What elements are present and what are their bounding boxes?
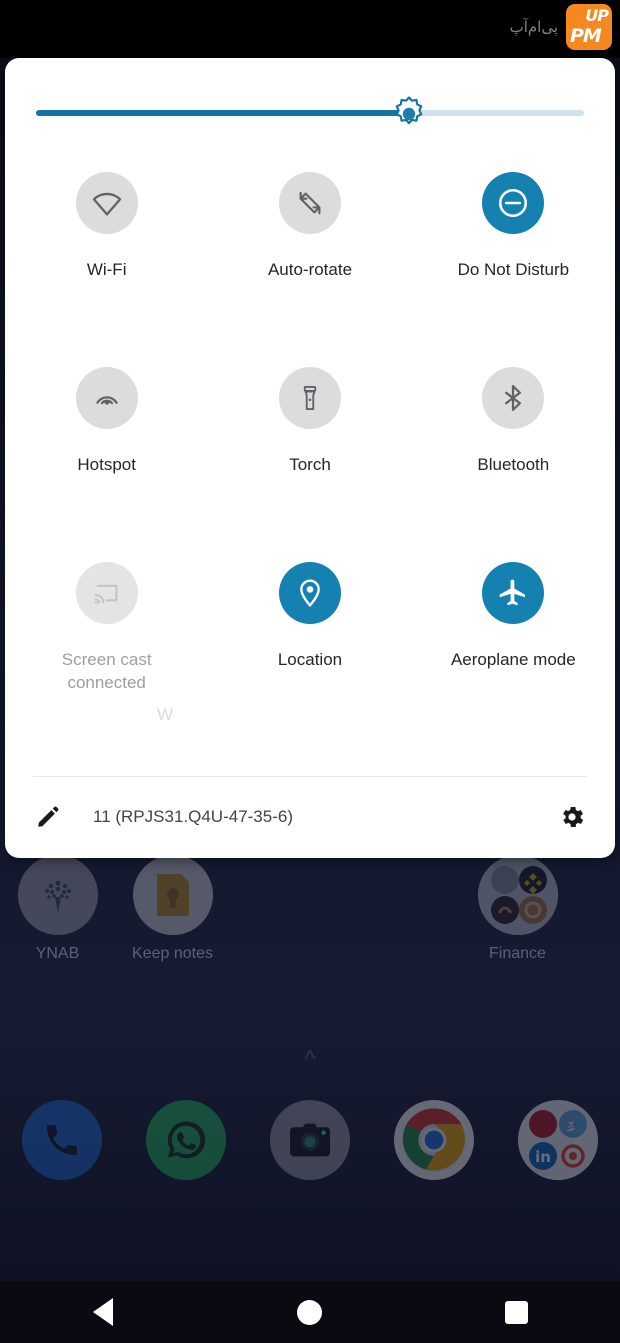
ynab-tree-icon xyxy=(17,855,98,935)
nav-home-button[interactable] xyxy=(265,1290,355,1334)
brand-text-farsi: پی‌ام‌آپ xyxy=(509,19,558,36)
home-app-ynab[interactable]: YNAB xyxy=(0,855,115,963)
tile-label: Bluetooth xyxy=(477,455,550,474)
keep-notes-icon xyxy=(132,855,213,935)
logo-up-text: UP xyxy=(585,6,609,25)
tile-sublabel: connected xyxy=(67,672,146,692)
pmup-logo: PM UP xyxy=(566,4,612,50)
tile-aeroplane-mode[interactable]: Aeroplane mode xyxy=(412,558,615,753)
finance-folder-icon xyxy=(477,855,558,935)
wifi-icon xyxy=(75,172,138,234)
home-app-label: Finance xyxy=(489,945,546,962)
auto-rotate-icon xyxy=(278,172,341,234)
brightness-slider[interactable] xyxy=(36,58,584,168)
quick-settings-tiles: Wi-Fi Auto-rotate Do Not Disturb Hotspot… xyxy=(5,168,615,776)
tile-screen-cast[interactable]: Screen cast connected W xyxy=(5,558,208,753)
dock-app-phone[interactable] xyxy=(0,1100,124,1180)
camera-icon xyxy=(270,1100,350,1180)
hotspot-icon xyxy=(75,367,138,429)
recents-square-icon xyxy=(505,1300,529,1324)
watermark-brand: پی‌ام‌آپ PM UP xyxy=(510,4,612,50)
dock-app-social-folder[interactable]: in xyxy=(496,1100,620,1180)
tile-label: Auto-rotate xyxy=(267,260,353,279)
bluetooth-icon xyxy=(482,367,545,429)
home-app-label: Keep notes xyxy=(132,945,213,962)
aeroplane-icon xyxy=(482,562,545,624)
back-triangle-icon xyxy=(93,1298,114,1326)
screen-cast-icon xyxy=(75,562,138,624)
tile-row-2: Hotspot Torch Bluetooth xyxy=(5,363,615,558)
svg-text:in: in xyxy=(535,1148,551,1166)
nav-back-button[interactable] xyxy=(58,1290,148,1334)
quick-settings-footer: 11 (RPJS31.Q4U-47-35-6) xyxy=(5,776,615,858)
brightness-sun-icon[interactable] xyxy=(391,96,427,132)
quick-settings-panel: Wi-Fi Auto-rotate Do Not Disturb Hotspot… xyxy=(5,58,615,858)
dock-app-chrome[interactable] xyxy=(372,1100,496,1180)
phone-icon xyxy=(22,1100,102,1180)
tile-location[interactable]: Location xyxy=(208,558,411,753)
tile-bluetooth[interactable]: Bluetooth xyxy=(412,363,615,558)
phone-screen: YNAB Keep notes xyxy=(0,0,620,1343)
home-dock: in xyxy=(0,1100,620,1180)
status-bar: پی‌ام‌آپ PM UP xyxy=(0,0,620,58)
torch-icon xyxy=(278,367,341,429)
home-app-empty-2 xyxy=(345,855,460,963)
chrome-icon xyxy=(394,1100,474,1180)
location-pin-icon xyxy=(278,562,341,624)
tile-label: Do Not Disturb xyxy=(457,260,570,279)
social-folder-icon: in xyxy=(518,1100,598,1180)
pencil-edit-icon[interactable] xyxy=(33,802,63,832)
home-app-keep-notes[interactable]: Keep notes xyxy=(115,855,230,963)
tile-label: Location xyxy=(277,650,343,669)
do-not-disturb-icon xyxy=(482,172,545,234)
build-version-label: 11 (RPJS31.Q4U-47-35-6) xyxy=(93,807,293,826)
ghost-text-fragment: W xyxy=(157,705,174,724)
tile-label: Screen cast xyxy=(61,650,152,669)
home-app-label: YNAB xyxy=(35,945,80,962)
tile-label: Wi-Fi xyxy=(86,260,127,279)
home-app-row: YNAB Keep notes Finance xyxy=(0,855,620,963)
tile-row-1: Wi-Fi Auto-rotate Do Not Disturb xyxy=(5,168,615,363)
whatsapp-icon xyxy=(146,1100,226,1180)
logo-pm-text: PM xyxy=(570,25,602,47)
android-navigation-bar xyxy=(0,1281,620,1343)
home-circle-icon xyxy=(297,1299,323,1325)
dock-app-whatsapp[interactable] xyxy=(124,1100,248,1180)
home-app-empty-1 xyxy=(230,855,345,963)
tile-label: Hotspot xyxy=(77,455,136,474)
chevron-up-icon[interactable]: ^ xyxy=(0,1048,620,1072)
tile-label: Aeroplane mode xyxy=(450,650,576,669)
brightness-fill xyxy=(36,110,409,116)
nav-recents-button[interactable] xyxy=(472,1290,562,1334)
tile-wifi[interactable]: Wi-Fi xyxy=(5,168,208,363)
home-app-finance-folder[interactable]: Finance xyxy=(460,855,575,963)
tile-label: Torch xyxy=(289,455,331,474)
tile-do-not-disturb[interactable]: Do Not Disturb xyxy=(412,168,615,363)
gear-icon[interactable] xyxy=(557,802,587,832)
tile-auto-rotate[interactable]: Auto-rotate xyxy=(208,168,411,363)
dock-app-camera[interactable] xyxy=(248,1100,372,1180)
tile-row-3: Screen cast connected W Location Aeropla… xyxy=(5,558,615,753)
tile-torch[interactable]: Torch xyxy=(208,363,411,558)
tile-hotspot[interactable]: Hotspot xyxy=(5,363,208,558)
